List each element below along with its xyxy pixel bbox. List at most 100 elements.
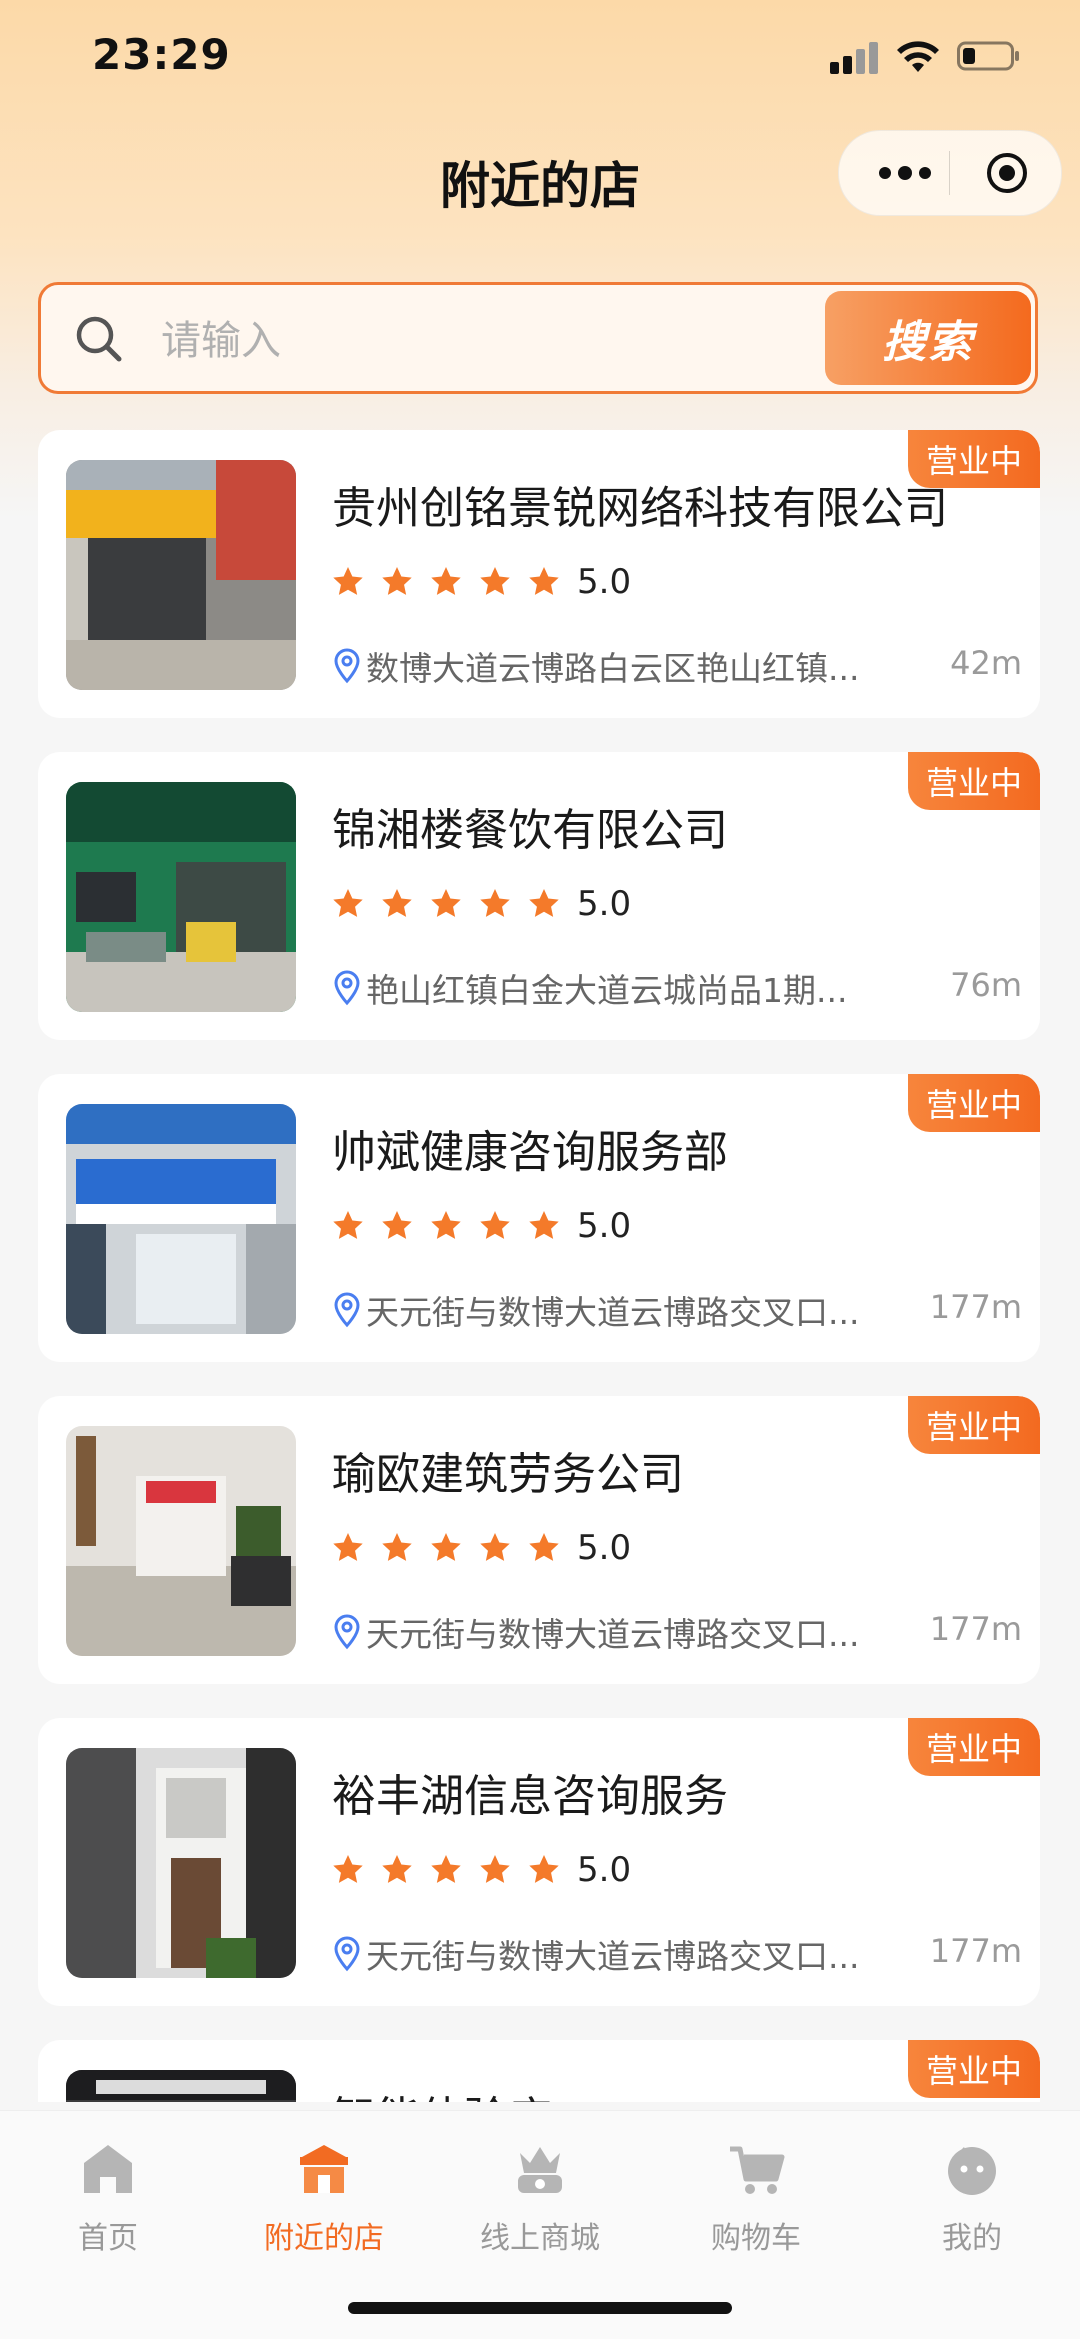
store-distance: 177m [929,1932,1022,1970]
star-icon [529,1533,559,1561]
store-photo [66,1104,296,1334]
search-bar: 搜索 [38,282,1038,394]
tab-home[interactable]: 首页 [0,2131,216,2261]
star-icon [480,1855,510,1883]
star-icon [333,1211,363,1239]
rating-stars: 5.0 [330,560,631,604]
location-pin-icon [334,648,360,684]
store-name: 帅斌健康咨询服务部 [332,1127,728,1178]
cart-icon [730,2146,785,2194]
star-icon [480,1533,510,1561]
address-row: 天元街与数博大道云博路交叉口... [332,1608,876,1656]
star-icon [431,567,461,595]
rating-value: 5.0 [577,1206,632,1246]
star-icon [382,889,412,917]
star-icon [529,1855,559,1883]
star-icon [431,889,461,917]
tab-online-mall[interactable]: 线上商城 [432,2131,648,2261]
store-address: 天元街与数博大道云博路交叉口... [366,1937,860,1976]
wifi-icon [897,41,939,72]
tab-nearby-stores[interactable]: 附近的店 [216,2131,432,2261]
miniprogram-capsule [838,130,1062,216]
search-input[interactable] [159,311,843,371]
store-address: 数博大道云博路白云区艳山红镇... [366,649,860,688]
store-photo [66,782,296,1012]
store-card[interactable]: 营业中 锦湘楼餐饮有限公司 5.0 艳山红镇白金大道云城尚品1期... 76m [38,752,1040,1040]
store-name: 裕丰湖信息咨询服务 [332,1771,728,1822]
store-card[interactable]: 营业中 贵州创铭景锐网络科技有限公司 5.0 数博大道云博路白云区艳山红镇...… [38,430,1040,718]
rating-stars: 5.0 [330,882,631,926]
status-bar: 23:29 [0,0,1080,118]
store-card[interactable]: 营业中 裕丰湖信息咨询服务 5.0 天元街与数博大道云博路交叉口... 177m [38,1718,1040,2006]
rating-stars: 5.0 [330,1204,631,1248]
star-icon [480,567,510,595]
star-icon [382,1211,412,1239]
star-icon [431,1533,461,1561]
search-button[interactable]: 搜索 [825,291,1031,385]
rating-value: 5.0 [577,1528,632,1568]
star-icon [382,1533,412,1561]
star-icon [333,1855,363,1883]
star-icon [333,889,363,917]
tab-label: 线上商城 [480,2221,600,2256]
status-time: 23:29 [92,30,231,79]
location-pin-icon [334,970,360,1006]
rating-value: 5.0 [577,1850,632,1890]
star-icon [529,1211,559,1239]
star-icon [529,889,559,917]
star-icon [333,567,363,595]
crown-basket-icon [518,2147,562,2193]
more-icon[interactable] [875,156,935,190]
store-distance: 177m [929,1610,1022,1648]
store-distance: 76m [950,966,1022,1004]
store-icon [300,2145,348,2193]
store-distance: 177m [929,1288,1022,1326]
star-icon [431,1211,461,1239]
star-icon [431,1855,461,1883]
tab-label: 我的 [942,2221,1002,2256]
home-indicator [348,2302,732,2314]
tab-cart[interactable]: 购物车 [648,2131,864,2261]
store-card[interactable]: 营业中 帅斌健康咨询服务部 5.0 天元街与数博大道云博路交叉口... 177m [38,1074,1040,1362]
location-pin-icon [334,1936,360,1972]
store-distance: 42m [950,644,1022,682]
star-icon [382,567,412,595]
store-name: 智能体验店 [332,2082,1012,2102]
search-icon [76,316,122,362]
store-address: 艳山红镇白金大道云城尚品1期... [366,971,848,1010]
store-card[interactable]: 营业中 瑜欧建筑劳务公司 5.0 天元街与数博大道云博路交叉口... 177m [38,1396,1040,1684]
star-icon [529,567,559,595]
address-row: 天元街与数博大道云博路交叉口... [332,1930,876,1978]
location-pin-icon [334,1614,360,1650]
tab-label: 附近的店 [264,2221,384,2256]
star-icon [480,1211,510,1239]
tab-profile[interactable]: 我的 [864,2131,1080,2261]
home-icon [84,2145,132,2193]
star-icon [382,1855,412,1883]
address-row: 天元街与数博大道云博路交叉口... [332,1286,876,1334]
store-photo [66,460,296,690]
star-icon [480,889,510,917]
store-list: 营业中 贵州创铭景锐网络科技有限公司 5.0 数博大道云博路白云区艳山红镇...… [38,430,1040,2102]
tab-label: 首页 [78,2221,138,2256]
profile-icon [948,2147,996,2195]
capsule-divider [949,151,950,195]
store-address: 天元街与数博大道云博路交叉口... [366,1293,860,1332]
cellular-signal-icon [830,42,882,74]
store-photo [66,1426,296,1656]
store-address: 天元街与数博大道云博路交叉口... [366,1615,860,1654]
store-photo [66,1748,296,1978]
close-miniprogram-icon[interactable] [985,151,1029,195]
rating-stars: 5.0 [330,1848,631,1892]
tab-label: 购物车 [711,2221,801,2256]
rating-stars: 5.0 [330,1526,631,1570]
address-row: 艳山红镇白金大道云城尚品1期... [332,964,876,1012]
address-row: 数博大道云博路白云区艳山红镇... [332,642,876,690]
store-name: 锦湘楼餐饮有限公司 [332,805,728,856]
location-pin-icon [334,1292,360,1328]
store-card[interactable]: 营业中 智能体验店 [38,2040,1040,2102]
store-name: 贵州创铭景锐网络科技有限公司 [332,483,948,534]
battery-icon [957,41,1019,71]
store-name: 瑜欧建筑劳务公司 [332,1449,684,1500]
rating-value: 5.0 [577,562,632,602]
